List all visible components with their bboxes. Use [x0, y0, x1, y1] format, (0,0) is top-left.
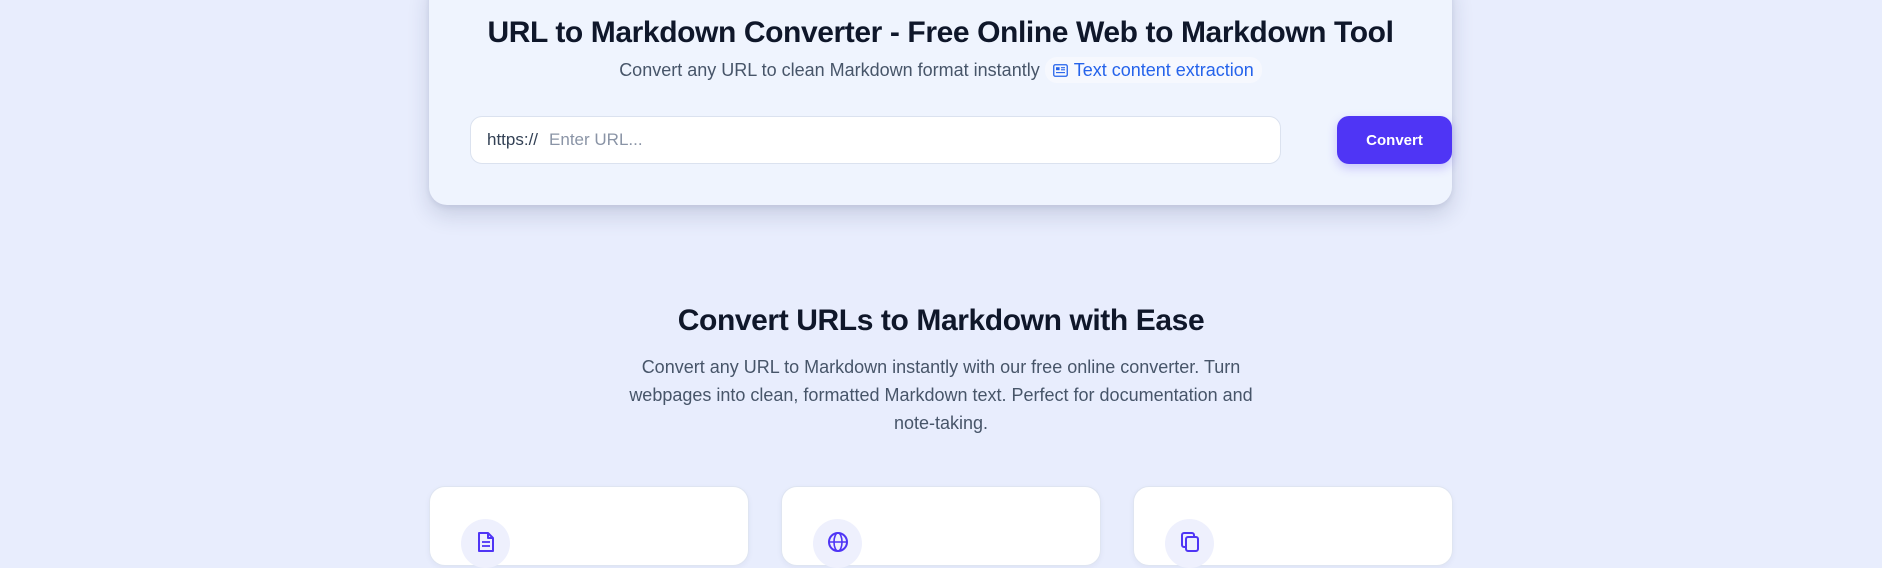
feature-chip-label: Text content extraction — [1073, 60, 1254, 80]
features-title: Convert URLs to Markdown with Ease — [677, 304, 1205, 337]
converter-card: URL to Markdown Converter - Free Online … — [429, 0, 1452, 205]
url-form: https:// Convert — [470, 116, 1452, 164]
newspaper-icon — [1052, 63, 1068, 77]
hero-subline: Convert any URL to clean Markdown format… — [429, 57, 1452, 83]
url-field[interactable]: https:// — [470, 116, 1281, 164]
url-prefix: https:// — [487, 130, 539, 149]
copy-icon — [1180, 532, 1199, 552]
page-title: URL to Markdown Converter - Free Online … — [487, 16, 1394, 49]
url-input[interactable] — [547, 119, 1280, 161]
feature-card-copy — [1133, 486, 1453, 568]
convert-button[interactable]: Convert — [1337, 116, 1452, 164]
feature-card-document — [429, 486, 749, 568]
feature-icon-badge — [1165, 519, 1214, 568]
feature-icon-badge — [461, 519, 510, 568]
feature-icon-badge — [813, 519, 862, 568]
feature-card-globe — [781, 486, 1101, 568]
document-icon — [477, 532, 494, 552]
globe-icon — [827, 532, 848, 552]
feature-chip: Text content extraction — [1044, 57, 1262, 83]
hero-subtitle: Convert any URL to clean Markdown format… — [619, 60, 1040, 80]
features-description: Convert any URL to Markdown instantly wi… — [629, 357, 1253, 433]
